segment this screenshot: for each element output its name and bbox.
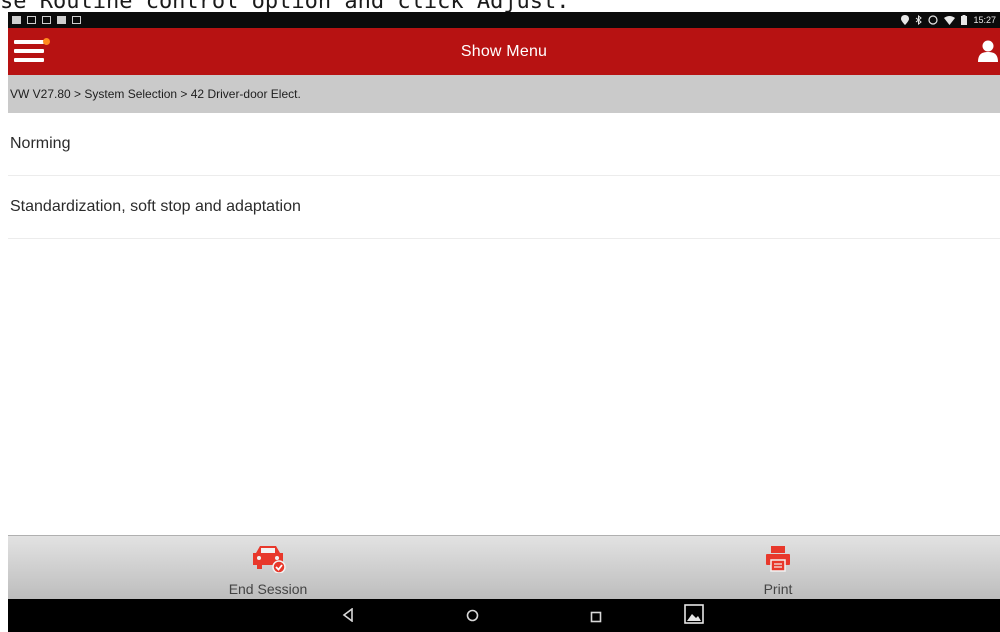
user-icon — [978, 40, 998, 62]
notification-dot — [43, 38, 50, 45]
screenshot-button[interactable] — [684, 604, 704, 629]
recents-icon — [590, 611, 602, 623]
status-bar: 15:27 — [8, 12, 1000, 28]
hamburger-line — [14, 40, 44, 44]
print-button[interactable]: Print — [698, 536, 858, 600]
app-header: Show Menu — [8, 28, 1000, 75]
home-icon — [466, 609, 479, 622]
car-check-icon — [253, 546, 286, 573]
bottom-toolbar: End Session Print — [8, 535, 1000, 599]
breadcrumb: VW V27.80 > System Selection > 42 Driver… — [8, 75, 1000, 113]
notification-message-icon — [27, 16, 36, 24]
gallery-icon — [684, 604, 704, 624]
function-menu-list: Norming Standardization, soft stop and a… — [8, 113, 1000, 239]
end-session-button[interactable]: End Session — [188, 536, 348, 600]
back-icon — [342, 607, 353, 623]
hamburger-line — [14, 58, 44, 62]
notification-download-icon — [42, 16, 51, 24]
system-indicators: 15:27 — [901, 15, 996, 25]
wifi-icon — [944, 15, 956, 25]
hamburger-menu-button[interactable] — [14, 38, 50, 66]
end-session-label: End Session — [228, 581, 308, 597]
print-label: Print — [763, 581, 793, 597]
bluetooth-icon — [916, 15, 923, 25]
notification-image-icon — [12, 16, 21, 24]
notification-screenshot-icon — [72, 16, 81, 24]
back-button[interactable] — [342, 607, 354, 627]
location-icon — [901, 15, 910, 25]
system-nav-bar — [8, 599, 1000, 632]
menu-item-standardization[interactable]: Standardization, soft stop and adaptatio… — [8, 176, 1000, 239]
notification-app-icon — [57, 16, 66, 24]
printer-icon — [766, 546, 790, 572]
menu-item-label: Standardization, soft stop and adaptatio… — [10, 198, 301, 215]
top-caption-text: se Routine control option and click Adju… — [0, 0, 1000, 12]
battery-icon — [961, 15, 968, 25]
menu-item-norming[interactable]: Norming — [8, 113, 1000, 176]
hamburger-line — [14, 49, 44, 53]
status-time: 15:27 — [973, 15, 996, 25]
notification-icons — [12, 16, 81, 24]
menu-item-label: Norming — [10, 135, 71, 152]
user-profile-button[interactable] — [978, 40, 998, 62]
alarm-icon — [928, 15, 939, 25]
recents-button[interactable] — [590, 610, 602, 628]
home-button[interactable] — [466, 609, 479, 627]
page-title: Show Menu — [460, 42, 548, 60]
